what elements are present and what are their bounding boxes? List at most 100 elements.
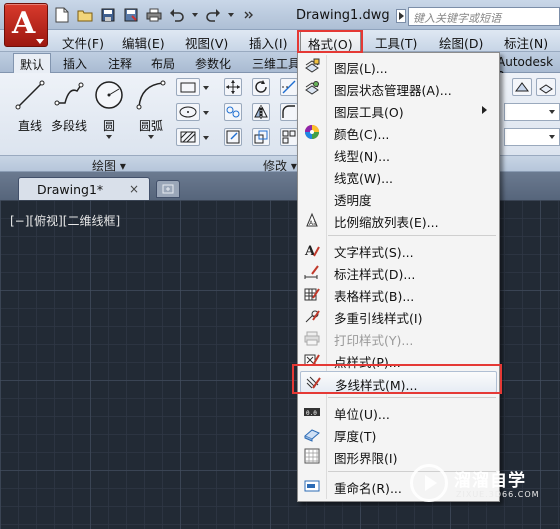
tab-parametric[interactable]: 参数化 [195,55,231,72]
menu-item-layer-state-manager[interactable]: 图层状态管理器(A)... [300,77,497,99]
tab-3d-tools[interactable]: 三维工具 [252,55,300,72]
rotate-icon [255,80,267,93]
menu-item-linetype[interactable]: 线型(N)... [300,143,497,165]
chevron-down-icon[interactable] [203,86,209,90]
menu-insert[interactable]: 插入(I) [249,33,287,52]
menu-separator [328,397,496,398]
menu-item-dimension-style[interactable]: 标注样式(D)... [300,261,497,283]
menu-item-transparency[interactable]: 透明度 [300,187,497,209]
dim-style-icon [304,265,319,279]
new-tab-button[interactable] [156,180,180,198]
layer-dropdown[interactable] [504,103,560,121]
polyline-tool-button[interactable]: 多段线 [48,79,90,134]
arc-tool-button[interactable]: 圆弧 [134,79,168,139]
circle-tool-button[interactable]: 圆 [92,79,126,139]
menu-item-table-style[interactable]: 表格样式(B)... [300,283,497,305]
layer-tool-icon [539,84,553,94]
menu-item-lineweight[interactable]: 线宽(W)... [300,165,497,187]
redo-icon[interactable] [205,7,221,23]
customize-toolbar-icon[interactable] [241,7,257,23]
limits-icon [304,448,320,464]
chevron-down-icon[interactable] [203,111,209,115]
save-icon[interactable] [100,7,116,23]
menu-item-multileader-style[interactable]: 多重引线样式(I) [300,305,497,327]
layer-state-icon [305,81,319,95]
chevron-down-icon[interactable] [192,13,198,17]
polyline-icon [54,82,84,106]
search-expand-button[interactable] [396,9,406,23]
menu-view[interactable]: 视图(V) [185,33,228,52]
document-title: Drawing1.dwg [296,8,390,23]
line-tool-button[interactable]: 直线 [12,79,48,134]
tab-insert[interactable]: 插入 [63,55,87,72]
trim-tool-button[interactable] [280,78,298,96]
scale-tool-button[interactable] [252,128,270,146]
mline-style-icon [306,376,321,389]
scale-list-icon: Aa [306,212,318,227]
layer-property-dropdown[interactable] [504,128,560,146]
search-input[interactable]: 键入关键字或短语 [408,7,560,26]
title-bar: A Drawing1.dwg 键入关键字或短语 [0,0,560,47]
point-style-icon [304,354,320,366]
arc-tool-label: 圆弧 [138,119,163,133]
plot-style-icon [304,331,320,346]
chevron-down-icon[interactable] [228,13,234,17]
menu-item-scale-list[interactable]: Aa 比例缩放列表(E)... [300,209,497,231]
menu-item-point-style[interactable]: 点样式(P)... [300,349,497,371]
layer-match-button[interactable] [512,78,532,96]
menu-edit[interactable]: 编辑(E) [122,33,165,52]
svg-text:Aa: Aa [309,220,317,227]
chevron-down-icon[interactable] [203,136,209,140]
copy-icon [226,106,240,118]
move-tool-button[interactable] [224,78,242,96]
tab-annotate[interactable]: 注释 [108,55,132,72]
chevron-down-icon [106,135,112,139]
rotate-tool-button[interactable] [252,78,270,96]
watermark-url: ZIXUE.3D66.COM [456,490,540,499]
menu-item-color[interactable]: 颜色(C)... [300,121,497,143]
thickness-icon [304,429,320,442]
new-file-icon[interactable] [54,7,70,23]
text-style-icon: A [304,244,320,258]
menu-item-layer[interactable]: 图层(L)... [300,55,497,77]
copy-tool-button[interactable] [224,103,242,121]
menu-item-plot-style[interactable]: 打印样式(Y)... [300,327,497,349]
menu-item-layer-tools[interactable]: 图层工具(O) [300,99,497,121]
rectangle-tool-button[interactable] [176,78,200,96]
grid-hatch-tool-button[interactable] [176,128,200,146]
document-tab[interactable]: Drawing1* × [18,177,150,200]
fillet-tool-button[interactable] [280,103,298,121]
menu-item-units[interactable]: 0.0 单位(U)... [300,401,497,423]
open-folder-icon[interactable] [77,7,93,23]
menu-draw[interactable]: 绘图(D) [439,33,483,52]
tab-default[interactable]: 默认 [13,53,52,73]
circle-icon [95,81,123,109]
close-icon[interactable]: × [129,182,139,196]
save-as-icon[interactable] [123,7,139,23]
menu-tools[interactable]: 工具(T) [375,33,417,52]
mirror-tool-button[interactable] [252,103,270,121]
hatch-tool-button[interactable] [176,103,200,121]
menu-file[interactable]: 文件(F) [62,33,104,52]
array-tool-button[interactable] [280,128,298,146]
menu-item-thickness[interactable]: 厚度(T) [300,423,497,445]
hatch-icon [180,131,196,143]
polyline-tool-label: 多段线 [50,119,87,133]
mirror-icon [254,105,268,119]
menu-item-multiline-style[interactable]: 多线样式(M)... [300,371,497,393]
layer-tool-button[interactable] [536,78,556,96]
mleader-style-icon [305,310,320,323]
arc-icon [136,80,166,110]
menu-dimension[interactable]: 标注(N) [504,33,548,52]
viewport-controls[interactable]: [−][俯视][二维线框] [10,212,120,229]
menu-item-text-style[interactable]: A 文字样式(S)... [300,239,497,261]
menu-format[interactable]: 格式(O) [300,30,361,52]
tab-layout[interactable]: 布局 [151,55,175,72]
undo-icon[interactable] [169,7,185,23]
layer-match-icon [515,82,529,92]
autocad-logo-icon: A [12,6,36,41]
menu-bar: 文件(F) 编辑(E) 视图(V) 插入(I) 格式(O) 工具(T) 绘图(D… [0,30,560,52]
application-menu-button[interactable]: A [4,3,48,47]
print-icon[interactable] [146,7,162,23]
stretch-tool-button[interactable] [224,128,242,146]
